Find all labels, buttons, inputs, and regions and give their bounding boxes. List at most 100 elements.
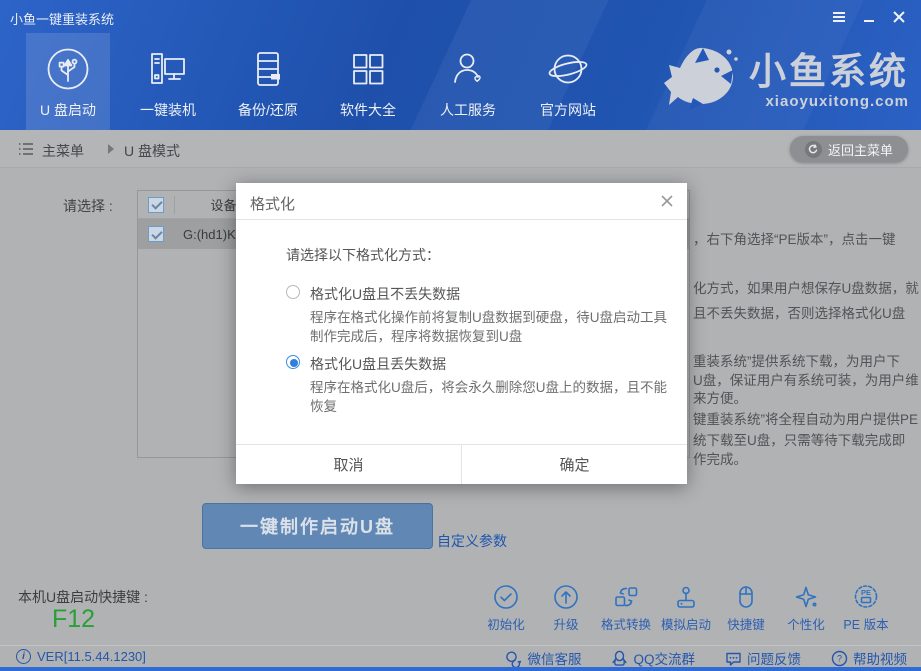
help-text-fragment: 化方式，如果用户想保存U盘数据，就 <box>693 277 919 297</box>
header: 小鱼一键重装系统 <box>0 0 921 130</box>
help-text-fragment: 统下载至U盘，只需等待下载完成即 <box>693 429 905 449</box>
confirm-button[interactable]: 确定 <box>461 445 687 484</box>
logo-title: 小鱼系统 <box>749 53 909 90</box>
main-nav: U 盘启动 一键装机 <box>18 33 618 130</box>
apps-grid-icon <box>344 40 392 98</box>
footer-link-label: QQ交流群 <box>633 648 695 668</box>
format-dialog: 格式化 请选择以下格式化方式： 格式化U盘且不丢失数据 程序在格式化操作前将复制… <box>236 183 687 484</box>
nav-tab-one-key-install[interactable]: 一键装机 <box>118 33 218 130</box>
tool-initialize[interactable]: 初始化 <box>477 583 535 633</box>
wechat-support-link[interactable]: 微信客服 <box>505 648 581 668</box>
nav-tab-support[interactable]: 人工服务 <box>418 33 518 130</box>
nav-tab-usb-boot[interactable]: U 盘启动 <box>18 33 118 130</box>
pe-version-icon: PE <box>852 583 880 611</box>
simulate-boot-icon <box>672 583 700 611</box>
nav-tab-label: U 盘启动 <box>40 100 96 120</box>
nav-tab-backup-restore[interactable]: 备份/还原 <box>218 33 318 130</box>
option-label: 格式化U盘且不丢失数据 <box>310 284 678 304</box>
tool-label: 模拟启动 <box>661 614 711 633</box>
upgrade-arrow-icon <box>552 583 580 611</box>
option-label: 格式化U盘且丢失数据 <box>310 354 678 374</box>
nav-tab-software[interactable]: 软件大全 <box>318 33 418 130</box>
tool-hotkey[interactable]: 快捷键 <box>717 583 775 633</box>
fish-logo-icon <box>659 40 743 123</box>
option-description: 程序在格式化操作前将复制U盘数据到硬盘，待U盘启动工具制作完成后，程序将数据恢复… <box>310 308 678 346</box>
help-text-fragment: 重装系统”提供系统下载，为用户下 <box>693 350 900 370</box>
device-row-checkbox[interactable] <box>148 226 164 242</box>
breadcrumb-root[interactable]: 主菜单 <box>42 141 84 161</box>
back-to-main-menu-button[interactable]: 返回主菜单 <box>790 136 908 162</box>
nav-tab-label: 人工服务 <box>440 100 496 120</box>
breadcrumb: 主菜单 U 盘模式 返回主菜单 <box>0 130 921 168</box>
feedback-bubble-icon <box>725 650 742 667</box>
help-text-fragment: U盘，保证用户有系统可装，为用户维 <box>693 369 919 389</box>
help-icon: ? <box>831 650 848 667</box>
nav-tab-label: 软件大全 <box>340 100 396 120</box>
window-title: 小鱼一键重装系统 <box>10 9 114 28</box>
help-text-fragment: 作完成。 <box>693 448 747 468</box>
tool-upgrade[interactable]: 升级 <box>537 583 595 633</box>
help-text-fragment: 来方便。 <box>693 387 747 407</box>
qq-group-link[interactable]: QQ交流群 <box>611 648 695 668</box>
init-check-icon <box>492 583 520 611</box>
radio-checked[interactable] <box>286 355 300 369</box>
option-description: 程序在格式化U盘后，将会永久删除您U盘上的数据，且不能恢复 <box>310 378 678 416</box>
customer-service-icon <box>444 40 492 98</box>
dialog-title: 格式化 <box>250 193 295 214</box>
device-name: G:(hd1)Ki <box>183 227 239 242</box>
hotkey-label: 本机U盘启动快捷键 : <box>18 587 148 607</box>
dialog-footer: 取消 确定 <box>236 444 687 484</box>
footer-link-label: 微信客服 <box>527 648 581 668</box>
wechat-icon <box>505 650 522 667</box>
breadcrumb-arrow-icon <box>108 144 114 154</box>
footer-link-label: 问题反馈 <box>747 648 801 668</box>
nav-tab-label: 一键装机 <box>140 100 196 120</box>
help-text-fragment: ，右下角选择“PE版本”，点击一键 <box>693 228 896 248</box>
tool-label: 快捷键 <box>727 614 765 633</box>
version-text: VER[11.5.44.1230] <box>37 649 146 664</box>
tool-pe-version[interactable]: PE PE 版本 <box>837 583 895 633</box>
tool-simulate-boot[interactable]: 模拟启动 <box>657 583 715 633</box>
logo-text: 小鱼系统 xiaoyuxitong.com <box>749 53 909 110</box>
custom-params-link[interactable]: 自定义参数 <box>437 531 507 551</box>
format-option-keep-data[interactable]: 格式化U盘且不丢失数据 程序在格式化操作前将复制U盘数据到硬盘，待U盘启动工具制… <box>286 284 678 346</box>
minimize-icon[interactable] <box>861 10 877 24</box>
feedback-link[interactable]: 问题反馈 <box>725 648 801 668</box>
logo-domain: xiaoyuxitong.com <box>749 93 909 110</box>
nav-tab-label: 备份/还原 <box>238 100 298 120</box>
tool-label: 升级 <box>553 614 578 633</box>
window-controls <box>831 10 907 24</box>
tool-personalize[interactable]: 个性化 <box>777 583 835 633</box>
dialog-prompt: 请选择以下格式化方式： <box>286 245 440 265</box>
mouse-icon <box>732 583 760 611</box>
breadcrumb-current: U 盘模式 <box>124 141 180 161</box>
dialog-divider <box>236 219 687 220</box>
app-window: 小鱼一键重装系统 <box>0 0 921 671</box>
close-icon[interactable] <box>891 10 907 24</box>
tools-row: 初始化 升级 格式转换 模拟启动 <box>477 583 895 633</box>
personalize-star-icon <box>792 583 820 611</box>
menu-icon[interactable] <box>831 10 847 24</box>
backup-icon <box>244 40 292 98</box>
dialog-close-icon[interactable] <box>657 191 677 211</box>
make-boot-usb-button[interactable]: 一键制作启动U盘 <box>202 503 433 549</box>
globe-icon <box>544 40 592 98</box>
help-glyph: ? <box>837 653 842 663</box>
return-arrow-icon <box>805 141 822 158</box>
usb-icon <box>44 40 92 98</box>
radio-unchecked[interactable] <box>286 285 300 299</box>
hotkey-value: F12 <box>52 605 95 634</box>
back-button-label: 返回主菜单 <box>828 140 893 159</box>
nav-tab-official-site[interactable]: 官方网站 <box>518 33 618 130</box>
list-menu-icon <box>17 141 35 162</box>
select-all-checkbox[interactable] <box>148 197 164 213</box>
help-text-fragment: 且不丢失数据，否则选择格式化U盘 <box>693 302 905 322</box>
format-convert-icon <box>612 583 640 611</box>
cancel-button[interactable]: 取消 <box>236 445 461 484</box>
window-bottom-border <box>0 667 921 671</box>
help-video-link[interactable]: ? 帮助视频 <box>831 648 907 668</box>
footer-links: 微信客服 QQ交流群 问题反馈 ? 帮助视频 <box>505 648 907 668</box>
tool-format-convert[interactable]: 格式转换 <box>597 583 655 633</box>
footer-bar: i VER[11.5.44.1230] 微信客服 QQ交流群 <box>0 645 921 667</box>
format-option-lose-data[interactable]: 格式化U盘且丢失数据 程序在格式化U盘后，将会永久删除您U盘上的数据，且不能恢复 <box>286 354 678 416</box>
